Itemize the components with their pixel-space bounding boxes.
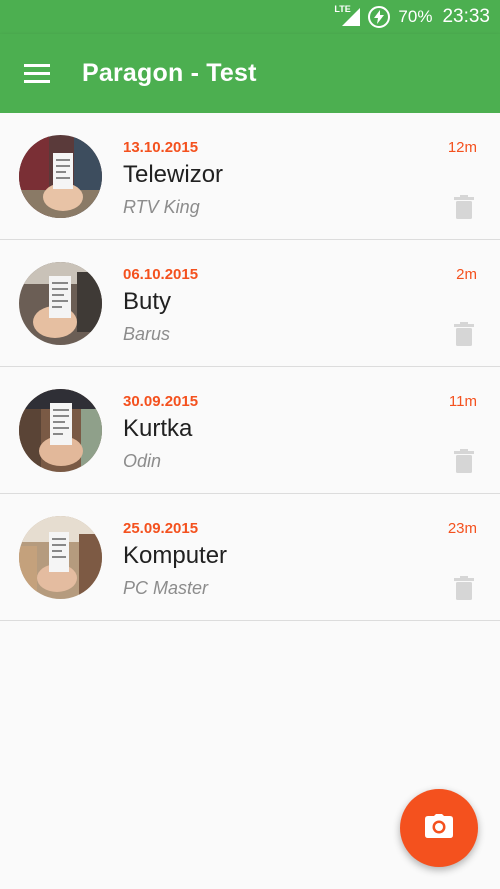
battery-percentage: 70% [398, 7, 433, 26]
receipt-age: 11m [448, 393, 477, 410]
list-item[interactable]: 13.10.2015 12m Telewizor RTV King [0, 113, 500, 240]
receipt-name: Buty [123, 288, 172, 315]
receipt-date: 25.09.2015 [123, 520, 199, 537]
receipt-store: PC Master [123, 578, 209, 598]
receipt-age: 23m [447, 520, 477, 537]
receipt-date: 13.10.2015 [123, 139, 199, 156]
receipt-date: 06.10.2015 [123, 266, 199, 283]
clock: 23:33 [442, 6, 490, 27]
receipt-age: 12m [447, 139, 477, 156]
receipt-store: Odin [123, 451, 162, 471]
receipt-list: 13.10.2015 12m Telewizor RTV King 06.10.… [0, 113, 500, 621]
receipt-thumbnail [19, 516, 102, 599]
list-item[interactable]: 06.10.2015 2m Buty Barus [0, 240, 500, 367]
battery-charging-icon [368, 6, 391, 28]
list-item[interactable]: 30.09.2015 11m Kurtka Odin [0, 367, 500, 494]
page-title: Paragon - Test [82, 59, 257, 87]
list-item[interactable]: 25.09.2015 23m Komputer PC Master [0, 494, 500, 621]
trash-icon[interactable] [454, 322, 474, 346]
camera-icon [425, 813, 453, 843]
receipt-thumbnail [19, 262, 102, 345]
app-bar: Paragon - Test [0, 34, 500, 113]
receipt-name: Komputer [123, 542, 228, 569]
receipt-store: RTV King [123, 197, 200, 217]
receipt-thumbnail [19, 389, 102, 472]
cell-signal-icon: LTE [334, 4, 361, 28]
trash-icon[interactable] [454, 195, 474, 219]
trash-icon[interactable] [454, 576, 474, 600]
hamburger-menu-icon[interactable] [24, 63, 52, 84]
receipt-name: Kurtka [123, 415, 193, 442]
receipt-store: Barus [123, 324, 171, 344]
receipt-age: 2m [456, 266, 477, 283]
receipt-thumbnail [19, 135, 102, 218]
receipt-name: Telewizor [123, 161, 224, 188]
receipt-date: 30.09.2015 [123, 393, 199, 410]
add-receipt-photo-button[interactable] [400, 789, 478, 867]
trash-icon[interactable] [454, 449, 474, 473]
status-bar: LTE 70% 23:33 [0, 0, 500, 34]
